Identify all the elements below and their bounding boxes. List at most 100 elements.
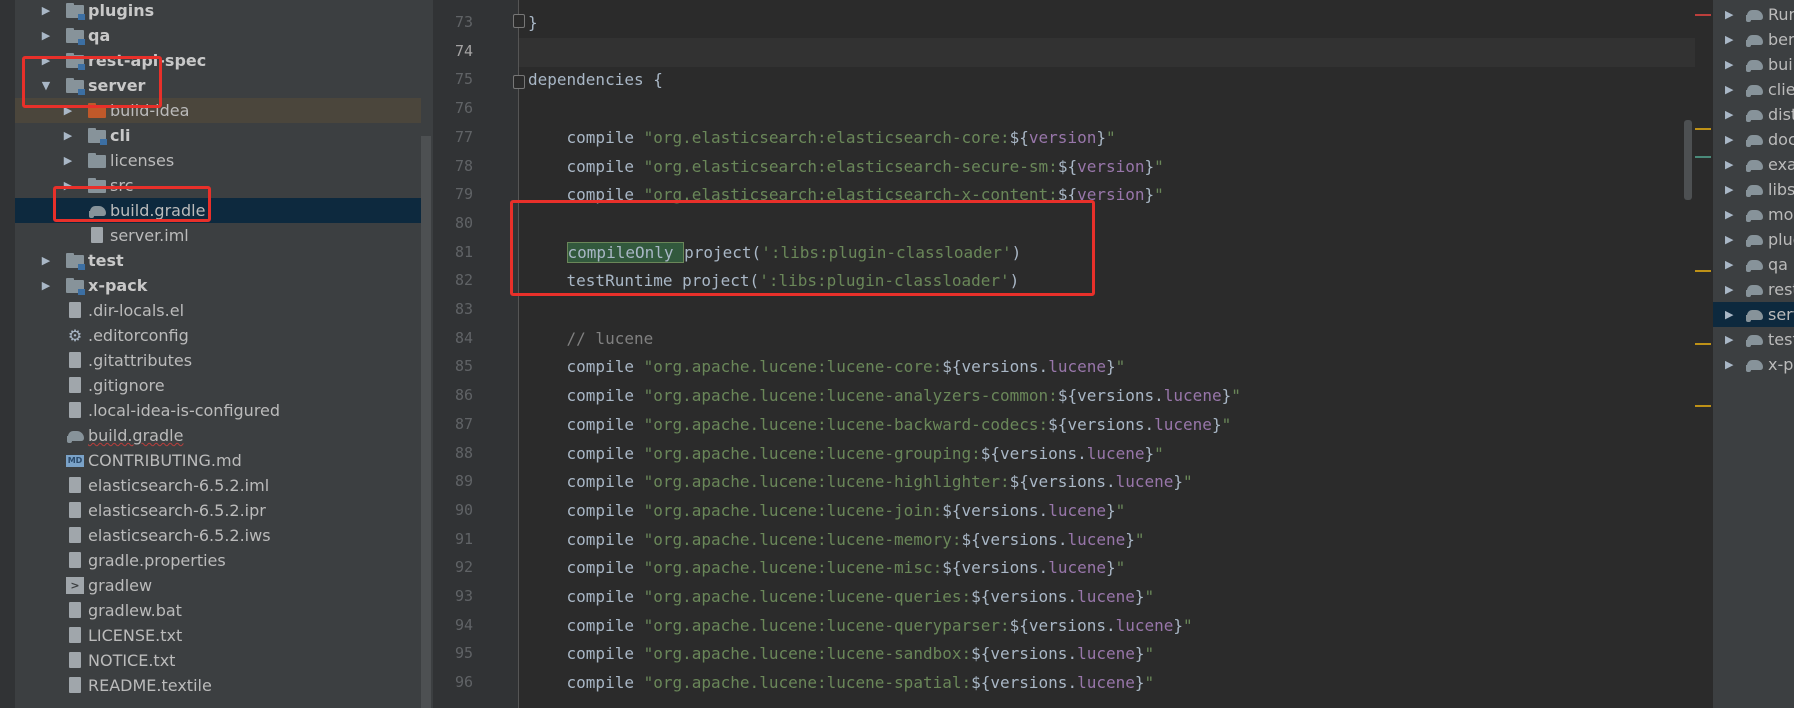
expand-arrow-right-icon[interactable]: ▶ <box>1725 102 1733 127</box>
tree-item[interactable]: MD CONTRIBUTING.md <box>15 448 421 473</box>
code-line[interactable]: compile "org.apache.lucene:lucene-queryp… <box>528 611 1193 640</box>
expand-arrow-right-icon[interactable]: ▶ <box>1725 227 1733 252</box>
code-line[interactable]: compile "org.apache.lucene:lucene-spatia… <box>528 668 1155 697</box>
expand-arrow-right-icon[interactable]: ▶ <box>1725 202 1733 227</box>
gradle-elephant-icon <box>1745 56 1765 73</box>
gradle-project-item[interactable]: ▶ plugins <box>1713 227 1794 252</box>
code-line[interactable]: compile "org.apache.lucene:lucene-analyz… <box>528 381 1241 410</box>
code-line[interactable]: dependencies { <box>528 65 663 94</box>
gradle-project-item[interactable]: ▶ x-pack <box>1713 352 1794 377</box>
code-token: } <box>1173 472 1184 491</box>
code-editor[interactable]: } dependencies { compile "org.elasticsear… <box>519 0 1695 708</box>
code-line[interactable]: compile "org.apache.lucene:lucene-join:$… <box>528 496 1126 525</box>
tree-item[interactable]: .local-idea-is-configured <box>15 398 421 423</box>
gradle-project-item[interactable]: ▶ rest-api-spec <box>1713 277 1794 302</box>
code-token: ${versions. <box>1009 616 1116 635</box>
tree-item[interactable]: ▶ qa <box>15 23 421 48</box>
fold-start-marker[interactable] <box>513 75 525 89</box>
tree-item-label: test <box>88 251 124 270</box>
gradle-project-item[interactable]: ▶ server <box>1713 302 1794 327</box>
expand-arrow-right-icon[interactable]: ▶ <box>62 123 74 148</box>
expand-arrow-right-icon[interactable]: ▶ <box>62 148 74 173</box>
error-stripe[interactable] <box>1695 0 1713 708</box>
gradle-project-item[interactable]: ▶ Run Configurations <box>1713 2 1794 27</box>
tree-scrollbar[interactable] <box>421 136 431 708</box>
gradle-project-item[interactable]: ▶ example-plugins <box>1713 152 1794 177</box>
tree-item[interactable]: .gitignore <box>15 373 421 398</box>
expand-arrow-right-icon[interactable]: ▶ <box>1725 127 1733 152</box>
error-mark[interactable] <box>1695 14 1711 16</box>
code-line[interactable]: compile "org.apache.lucene:lucene-sandbo… <box>528 639 1155 668</box>
tree-item[interactable]: ▶ test <box>15 248 421 273</box>
tree-item[interactable]: gradle.properties <box>15 548 421 573</box>
gradle-project-item[interactable]: ▶ distribution <box>1713 102 1794 127</box>
expand-arrow-right-icon[interactable]: ▶ <box>40 273 52 298</box>
gradle-project-item[interactable]: ▶ docs <box>1713 127 1794 152</box>
tree-item[interactable]: README.textile <box>15 673 421 698</box>
gradle-project-item[interactable]: ▶ benchmarks <box>1713 27 1794 52</box>
code-line[interactable]: compile "org.apache.lucene:lucene-highli… <box>528 467 1193 496</box>
expand-arrow-right-icon[interactable]: ▶ <box>40 23 52 48</box>
gradle-project-item[interactable]: ▶ test <box>1713 327 1794 352</box>
code-token: } <box>1144 157 1155 176</box>
code-line[interactable]: compile "org.apache.lucene:lucene-misc:$… <box>528 553 1126 582</box>
fold-end-marker[interactable] <box>513 14 525 28</box>
code-line[interactable]: compile "org.apache.lucene:lucene-querie… <box>528 582 1155 611</box>
tree-item[interactable]: ⚙ .editorconfig <box>15 323 421 348</box>
gradle-project-item[interactable]: ▶ modules <box>1713 202 1794 227</box>
markdown-file-icon: MD <box>66 455 84 467</box>
tree-item[interactable]: NOTICE.txt <box>15 648 421 673</box>
code-line[interactable]: // lucene <box>528 324 654 353</box>
expand-arrow-right-icon[interactable]: ▶ <box>1725 252 1733 277</box>
code-line[interactable]: compile "org.apache.lucene:lucene-memory… <box>528 525 1145 554</box>
tree-item[interactable]: elasticsearch-6.5.2.iml <box>15 473 421 498</box>
tree-item[interactable]: server.iml <box>15 223 421 248</box>
expand-arrow-right-icon[interactable]: ▶ <box>1725 77 1733 102</box>
warning-mark[interactable] <box>1695 270 1711 272</box>
expand-arrow-right-icon[interactable]: ▶ <box>1725 352 1733 377</box>
tree-item[interactable]: ▶ x-pack <box>15 273 421 298</box>
tree-item[interactable]: elasticsearch-6.5.2.iws <box>15 523 421 548</box>
warning-mark[interactable] <box>1695 405 1711 407</box>
expand-arrow-right-icon[interactable]: ▶ <box>1725 152 1733 177</box>
expand-arrow-right-icon[interactable]: ▶ <box>1725 327 1733 352</box>
expand-arrow-right-icon[interactable]: ▶ <box>1725 277 1733 302</box>
code-line[interactable]: compile "org.apache.lucene:lucene-core:$… <box>528 352 1126 381</box>
tree-item[interactable]: LICENSE.txt <box>15 623 421 648</box>
code-token: "org.apache.lucene:lucene-queryparser: <box>643 616 1010 635</box>
code-token: compile <box>528 501 644 520</box>
code-line[interactable]: compile "org.elasticsearch:elasticsearch… <box>528 152 1164 181</box>
code-line[interactable]: compile "org.apache.lucene:lucene-groupi… <box>528 439 1164 468</box>
code-token: compile <box>528 444 644 463</box>
expand-arrow-right-icon[interactable]: ▶ <box>1725 27 1733 52</box>
gradle-project-item[interactable]: ▶ qa <box>1713 252 1794 277</box>
tree-item[interactable]: .dir-locals.el <box>15 298 421 323</box>
gradle-project-item[interactable]: ▶ buildSrc <box>1713 52 1794 77</box>
tree-item[interactable]: ▶ licenses <box>15 148 421 173</box>
line-number: 94 <box>454 616 473 634</box>
expand-arrow-right-icon[interactable]: ▶ <box>1725 302 1733 327</box>
gradle-project-item[interactable]: ▶ client <box>1713 77 1794 102</box>
tree-item[interactable]: elasticsearch-6.5.2.ipr <box>15 498 421 523</box>
code-token: ${ <box>1057 157 1078 176</box>
code-line[interactable]: compile "org.apache.lucene:lucene-backwa… <box>528 410 1232 439</box>
code-line[interactable]: compile "org.elasticsearch:elasticsearch… <box>528 123 1116 152</box>
tree-item[interactable]: ▶ cli <box>15 123 421 148</box>
expand-arrow-right-icon[interactable]: ▶ <box>40 248 52 273</box>
code-line[interactable]: } <box>528 8 538 37</box>
tree-item[interactable]: ▶ plugins <box>15 0 421 23</box>
tree-item[interactable]: .gitattributes <box>15 348 421 373</box>
warning-mark[interactable] <box>1695 343 1711 345</box>
code-token: ${versions. <box>1057 386 1164 405</box>
warning-mark[interactable] <box>1695 128 1711 130</box>
expand-arrow-right-icon[interactable]: ▶ <box>1725 52 1733 77</box>
expand-arrow-right-icon[interactable]: ▶ <box>1725 2 1733 27</box>
tree-item[interactable]: > gradlew <box>15 573 421 598</box>
tree-item[interactable]: gradlew.bat <box>15 598 421 623</box>
expand-arrow-right-icon[interactable]: ▶ <box>40 0 52 23</box>
change-mark[interactable] <box>1695 156 1711 158</box>
tree-item[interactable]: build.gradle <box>15 423 421 448</box>
editor-scrollbar[interactable] <box>1684 120 1692 200</box>
expand-arrow-right-icon[interactable]: ▶ <box>1725 177 1733 202</box>
gradle-project-item[interactable]: ▶ libs <box>1713 177 1794 202</box>
